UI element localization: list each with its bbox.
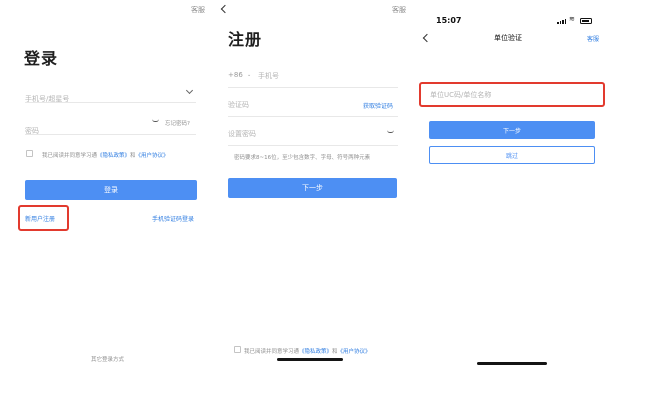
unit-verify-screen: 15:07 ≋ 单位验证 客服 单位UC码/单位名称 下一步 跳过: [414, 0, 614, 370]
eye-closed-icon[interactable]: [152, 119, 159, 122]
next-button-label: 下一步: [502, 127, 521, 135]
agreement-text: 我已阅读并同意学习通《隐私政策》和《用户协议》: [244, 347, 371, 355]
divider: [228, 116, 398, 117]
page-title: 登录: [24, 49, 59, 68]
login-screen: 客服 登录 手机号/超星号 密码 忘记密码? 我已阅读并同意学习通《隐私政策》和…: [0, 0, 214, 372]
back-icon[interactable]: [422, 33, 432, 43]
home-indicator: [477, 362, 547, 365]
eye-closed-icon[interactable]: [387, 130, 394, 133]
agreement-text: 我已阅读并同意学习通《隐私政策》和《用户协议》: [42, 151, 169, 159]
customer-service-link[interactable]: 客服: [587, 34, 599, 43]
agreement-checkbox[interactable]: [234, 346, 241, 353]
user-agreement-link[interactable]: 《用户协议》: [136, 153, 169, 159]
register-link[interactable]: 新用户注册: [25, 214, 55, 223]
forgot-password-link[interactable]: 忘记密码?: [165, 119, 190, 127]
divider: [25, 134, 196, 135]
next-button[interactable]: 下一步: [228, 178, 397, 198]
skip-button[interactable]: 跳过: [429, 146, 595, 164]
page-title: 注册: [228, 30, 263, 49]
get-code-button[interactable]: 获取验证码: [363, 101, 393, 110]
login-button-label: 登录: [104, 186, 118, 194]
customer-service-link[interactable]: 客服: [392, 5, 406, 15]
phone-input[interactable]: 手机号: [258, 71, 279, 81]
back-icon[interactable]: [220, 4, 230, 14]
next-button-label: 下一步: [302, 184, 323, 192]
agreement-checkbox[interactable]: [26, 150, 33, 157]
page: 客服 登录 手机号/超星号 密码 忘记密码? 我已阅读并同意学习通《隐私政策》和…: [0, 0, 663, 404]
privacy-policy-link[interactable]: 《隐私政策》: [97, 153, 130, 159]
country-code-selector[interactable]: +86: [228, 71, 243, 79]
login-button[interactable]: 登录: [25, 180, 197, 200]
code-input[interactable]: 验证码: [228, 100, 249, 110]
user-agreement-link[interactable]: 《用户协议》: [338, 349, 371, 355]
nav-title: 单位验证: [494, 34, 522, 42]
password-hint: 密码要求8~16位，至少包含数字、字母、符号两种元素: [234, 155, 371, 161]
register-screen: 客服 注册 +86 ⌄ 手机号 验证码 获取验证码 设置密码 密码要求8~16位…: [214, 0, 414, 372]
signal-icon: [557, 19, 567, 24]
skip-button-label: 跳过: [505, 152, 518, 160]
other-login-link[interactable]: 其它登录方式: [91, 355, 124, 363]
divider: [25, 102, 196, 103]
divider: [228, 145, 398, 146]
password-input[interactable]: 设置密码: [228, 129, 256, 139]
agreement-prefix: 我已阅读并同意学习通: [244, 349, 300, 355]
password-field[interactable]: 密码: [25, 118, 125, 135]
customer-service-link[interactable]: 客服: [191, 5, 205, 15]
status-time: 15:07: [436, 16, 462, 25]
battery-icon: [580, 18, 592, 24]
unit-code-input[interactable]: 单位UC码/单位名称: [430, 90, 491, 100]
home-indicator: [277, 358, 343, 361]
phone-field[interactable]: 手机号/超星号: [25, 86, 195, 103]
caret-down-icon[interactable]: ⌄: [247, 72, 251, 78]
privacy-policy-link[interactable]: 《隐私政策》: [299, 349, 332, 355]
agreement-prefix: 我已阅读并同意学习通: [42, 153, 98, 159]
next-button[interactable]: 下一步: [429, 121, 595, 139]
sms-login-link[interactable]: 手机验证码登录: [152, 214, 194, 223]
wifi-icon: ≋: [569, 15, 575, 23]
divider: [228, 87, 398, 88]
